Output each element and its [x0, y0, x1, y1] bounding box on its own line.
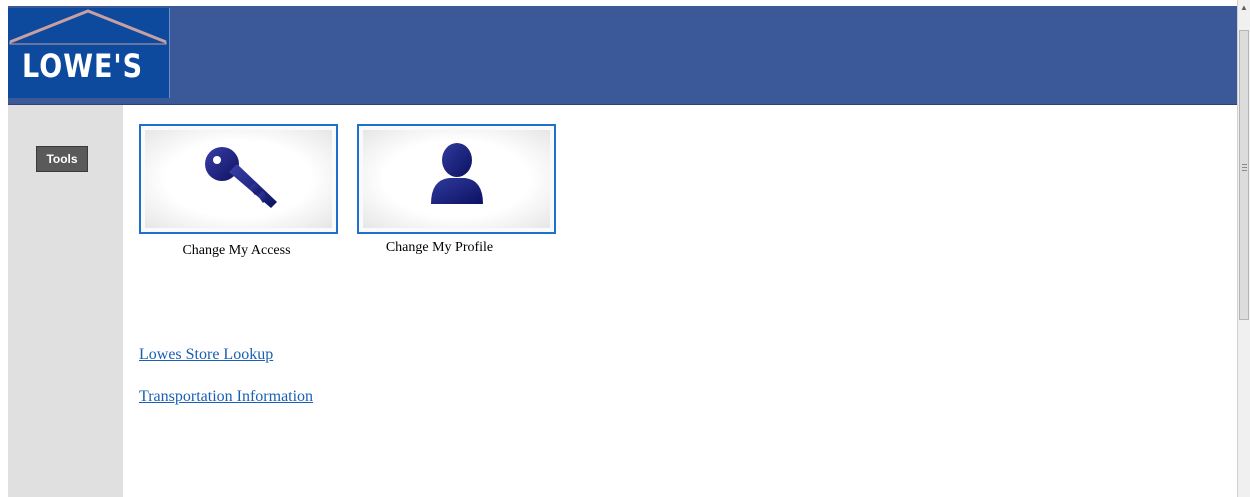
grip-line	[1242, 164, 1247, 165]
change-profile-tile[interactable]	[357, 124, 556, 234]
key-icon	[205, 147, 277, 208]
change-access-label[interactable]: Change My Access	[137, 243, 336, 259]
scroll-thumb[interactable]	[1239, 30, 1249, 320]
user-icon	[431, 143, 483, 204]
transportation-info-link[interactable]: Transportation Information	[139, 388, 313, 406]
sidebar: Tools	[8, 105, 123, 497]
change-profile-label[interactable]: Change My Profile	[340, 240, 539, 256]
tools-button[interactable]: Tools	[36, 146, 88, 172]
lowes-logo[interactable]: LOWE'S	[8, 8, 170, 98]
header-bar	[8, 6, 1237, 104]
vertical-scrollbar[interactable]: ▲	[1237, 0, 1250, 497]
store-lookup-link[interactable]: Lowes Store Lookup	[139, 346, 273, 364]
logo-text: LOWE'S	[22, 48, 144, 86]
grip-line	[1242, 170, 1247, 171]
grip-line	[1242, 167, 1247, 168]
scroll-up-arrow-icon[interactable]: ▲	[1239, 2, 1249, 14]
change-access-tile[interactable]	[139, 124, 338, 234]
